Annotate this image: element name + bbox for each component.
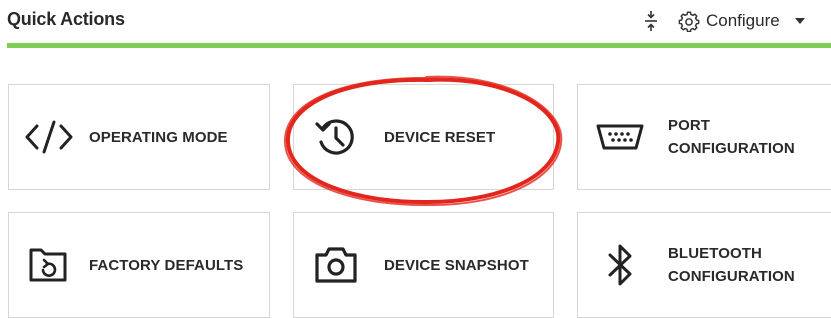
history-icon (311, 112, 361, 162)
tile-label-line2: CONFIGURATION (668, 268, 795, 285)
bluetooth-configuration-tile[interactable]: BLUETOOTH CONFIGURATION (577, 212, 831, 318)
quick-actions-header: Quick Actions Configure (0, 0, 831, 44)
bluetooth-icon (595, 240, 645, 290)
port-configuration-tile[interactable]: PORT CONFIGURATION (577, 84, 831, 190)
configure-dropdown[interactable]: Configure (678, 8, 806, 34)
collapse-expand-button[interactable] (640, 8, 662, 34)
tile-label: PORT CONFIGURATION (668, 114, 795, 160)
camera-icon (311, 240, 361, 290)
tile-label: DEVICE RESET (384, 128, 496, 146)
device-snapshot-tile[interactable]: DEVICE SNAPSHOT (293, 212, 554, 318)
restore-folder-icon (24, 240, 74, 290)
tile-label-line1: PORT (668, 117, 711, 134)
gear-icon (678, 11, 700, 32)
tile-label-line2: CONFIGURATION (668, 140, 795, 157)
tile-label: FACTORY DEFAULTS (89, 256, 244, 274)
operating-mode-tile[interactable]: OPERATING MODE (8, 84, 270, 190)
tile-label: DEVICE SNAPSHOT (384, 256, 529, 274)
configure-label: Configure (706, 11, 780, 30)
collapse-icon (645, 11, 657, 31)
code-icon (24, 112, 74, 162)
tile-label: BLUETOOTH CONFIGURATION (668, 242, 795, 288)
tile-label: OPERATING MODE (89, 128, 228, 146)
tile-label-line1: BLUETOOTH (668, 245, 762, 262)
device-reset-tile[interactable]: DEVICE RESET (293, 84, 554, 190)
accent-divider (7, 43, 831, 48)
caret-down-icon (794, 18, 805, 24)
serial-port-icon (595, 112, 645, 162)
page-title: Quick Actions (7, 9, 125, 29)
factory-defaults-tile[interactable]: FACTORY DEFAULTS (8, 212, 270, 318)
